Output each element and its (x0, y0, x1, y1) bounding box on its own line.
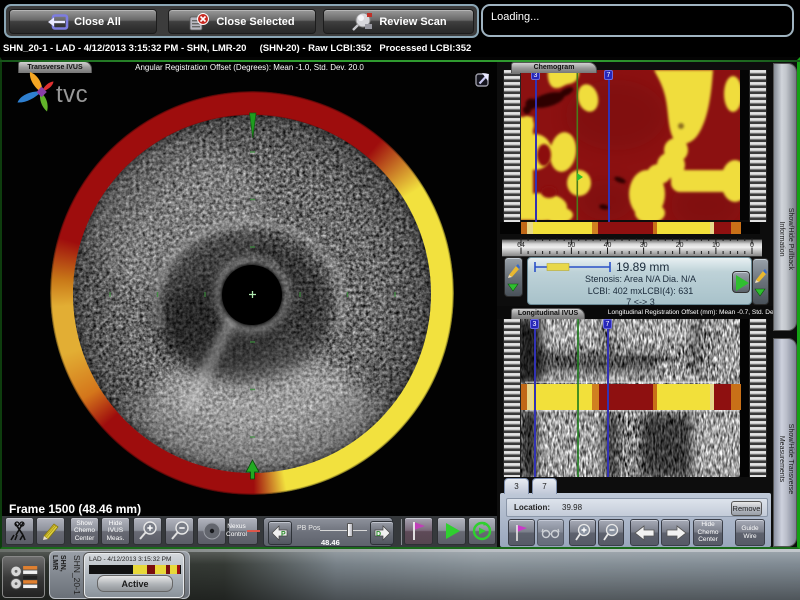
svg-text:D: D (376, 531, 381, 538)
svg-text:P: P (281, 531, 286, 538)
